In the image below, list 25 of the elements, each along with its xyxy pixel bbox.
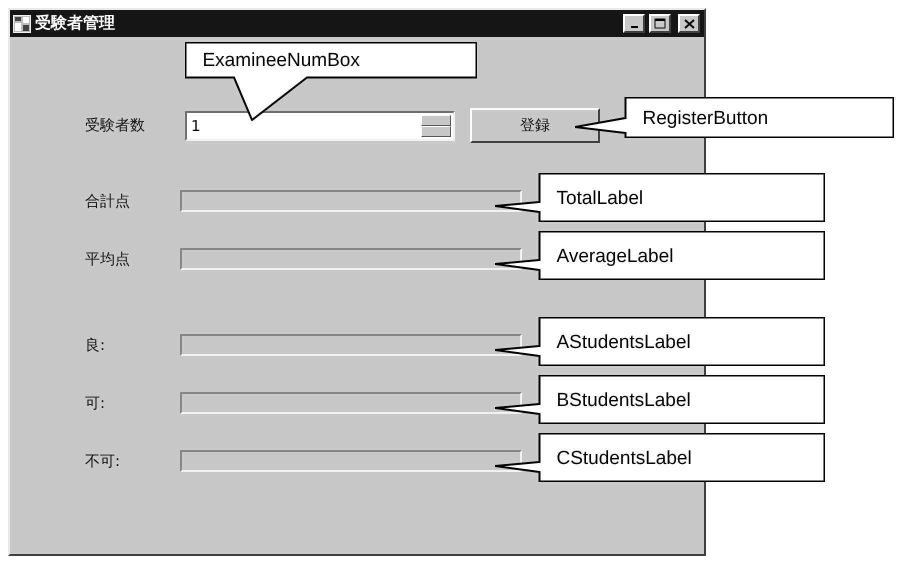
callout-label: AverageLabel [556,246,674,268]
callout-label: RegisterButton [642,108,768,130]
maximize-icon [654,18,666,29]
minimize-icon [630,26,638,28]
minimize-button[interactable] [623,14,645,33]
app-icon [13,14,31,32]
close-icon [684,18,694,28]
callout-label: CStudentsLabel [556,448,692,470]
spin-box[interactable]: 1 [185,110,455,140]
callout-label: ExamineeNumBox [202,50,360,72]
callout-label: BStudentsLabel [556,390,691,412]
field-label: 平均点 [85,250,131,268]
field-label: 不可: [85,452,122,470]
register-button[interactable]: 登録 [470,108,600,143]
close-button[interactable] [678,14,700,33]
field-label: 受験者数 [85,116,146,135]
callout-label: AStudentsLabel [556,332,691,354]
window-title: 受験者管理 [35,13,116,34]
callout-label: TotalLabel [556,188,644,210]
field-label: 合計点 [85,192,131,210]
field-label: 良: [85,336,106,354]
input-field[interactable]: 1 [187,116,421,134]
spin-control[interactable] [421,114,451,136]
maximize-button[interactable] [649,14,671,33]
field-label: 可: [85,394,106,412]
